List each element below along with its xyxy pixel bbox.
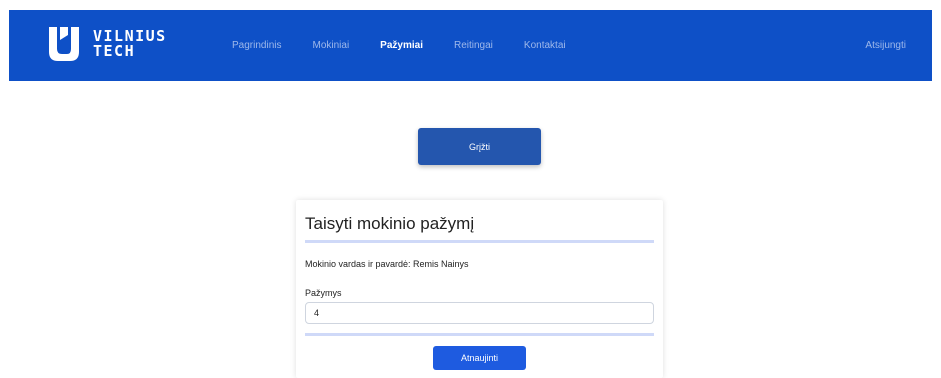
student-info: Mokinio vardas ir pavardė: Remis Nainys [305, 259, 469, 269]
grade-label: Pažymys [305, 288, 342, 298]
back-button[interactable]: Grįžti [418, 128, 541, 165]
vilnius-tech-logo-icon [49, 27, 79, 61]
nav-link-kontaktai[interactable]: Kontaktai [524, 40, 566, 51]
nav-link-mokiniai[interactable]: Mokiniai [312, 40, 349, 51]
form-title: Taisyti mokinio pažymį [305, 214, 475, 233]
navbar: VILNIUS TECH Pagrindinis Mokiniai Pažymi… [9, 10, 932, 81]
logout-link[interactable]: Atsijungti [865, 10, 906, 81]
brand-line-2: TECH [93, 42, 136, 60]
nav-link-pazymiai[interactable]: Pažymiai [380, 40, 423, 51]
grade-input[interactable] [305, 302, 654, 324]
nav-links: Pagrindinis Mokiniai Pažymiai Reitingai … [232, 10, 597, 81]
brand-name: VILNIUS TECH [93, 29, 167, 59]
nav-link-reitingai[interactable]: Reitingai [454, 40, 493, 51]
edit-grade-card: Taisyti mokinio pažymį Mokinio vardas ir… [296, 200, 663, 378]
update-button[interactable]: Atnaujinti [433, 346, 526, 370]
nav-link-pagrindinis[interactable]: Pagrindinis [232, 40, 281, 51]
logo[interactable]: VILNIUS TECH [49, 27, 167, 61]
title-divider [305, 240, 654, 243]
form-divider [305, 333, 654, 336]
